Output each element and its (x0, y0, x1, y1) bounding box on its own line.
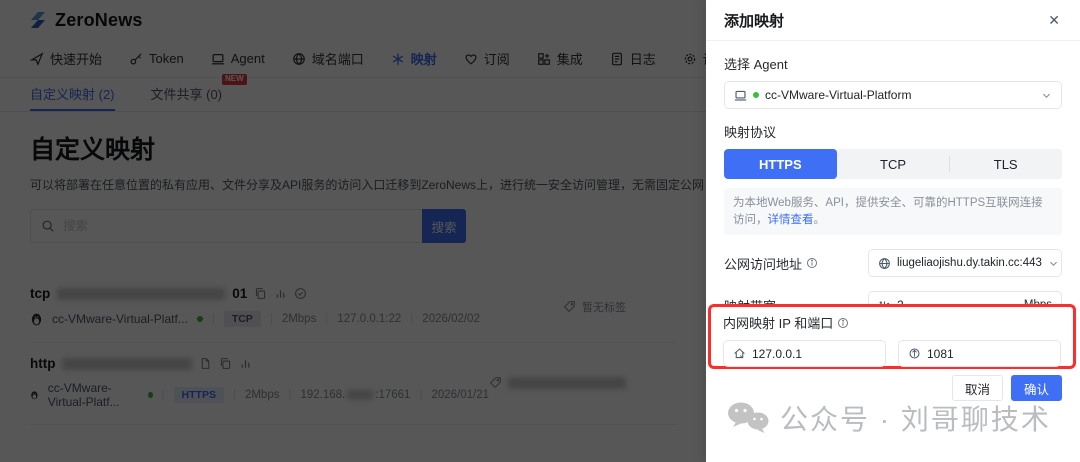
public-address-label: 公网访问地址 (724, 254, 818, 273)
online-status-dot (753, 92, 759, 98)
agent-select-value: cc-VMware-Virtual-Platform (765, 88, 1035, 102)
modal-backdrop[interactable] (0, 0, 707, 462)
protocol-option-tls[interactable]: TLS (949, 149, 1062, 179)
protocol-option-https[interactable]: HTTPS (724, 149, 837, 179)
intranet-ip-input[interactable] (752, 347, 876, 361)
info-icon (837, 317, 849, 329)
intranet-inputs (723, 340, 1061, 367)
port-icon (908, 347, 921, 360)
watermark: 公众号 · 刘哥聊技术 (726, 398, 1051, 438)
wechat-icon (726, 400, 770, 436)
watermark-text: 公众号 · 刘哥聊技术 (780, 398, 1051, 438)
port-input-wrap (898, 340, 1061, 367)
app-window: ZeroNews 快速开始 Token Agent 域名端口 映射 (0, 0, 1080, 462)
protocol-field-label: 映射协议 (724, 122, 1062, 141)
agent-select[interactable]: cc-VMware-Virtual-Platform (724, 81, 1062, 109)
protocol-option-tcp[interactable]: TCP (837, 149, 950, 179)
laptop-icon (734, 89, 747, 102)
info-icon (806, 257, 818, 269)
agent-field-label: 选择 Agent (724, 54, 1062, 73)
chevron-down-icon (1048, 258, 1059, 269)
close-icon[interactable]: ✕ (1046, 11, 1062, 29)
details-link[interactable]: 详情查看 (768, 214, 814, 226)
public-address-select[interactable]: liugeliaojishu.dy.takin.cc:443 (868, 249, 1062, 277)
intranet-port-input[interactable] (927, 347, 1051, 361)
drawer-header: 添加映射 ✕ (706, 0, 1080, 41)
protocol-segmented-control: HTTPS TCP TLS (724, 149, 1062, 179)
public-address-value: liugeliaojishu.dy.takin.cc:443 (897, 257, 1042, 269)
protocol-hint: 为本地Web服务、API，提供安全、可靠的HTTPS互联网连接访问，详情查看。 (724, 188, 1062, 235)
add-mapping-drawer: 添加映射 ✕ 选择 Agent cc-VMware-Virtual-Platfo… (706, 0, 1080, 462)
ip-input-wrap (723, 340, 886, 367)
drawer-title: 添加映射 (724, 10, 784, 31)
globe-icon (878, 257, 891, 270)
highlight-annotation-box: 内网映射 IP 和端口 (708, 304, 1076, 369)
public-address-row: 公网访问地址 liugeliaojishu.dy.takin.cc:443 (724, 249, 1062, 277)
intranet-label: 内网映射 IP 和端口 (723, 313, 1061, 332)
house-icon (733, 347, 746, 360)
chevron-down-icon (1041, 90, 1052, 101)
